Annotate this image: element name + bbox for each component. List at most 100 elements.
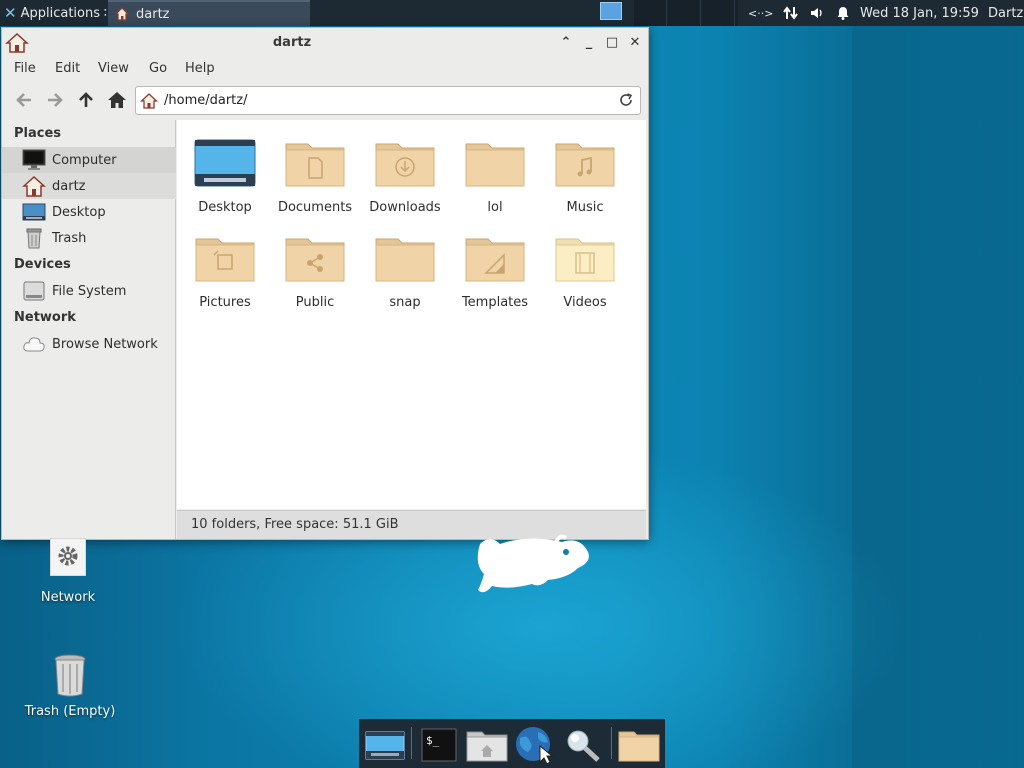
sidebar-item-label: dartz (52, 178, 86, 194)
sidebar-item-computer[interactable]: Computer (2, 147, 176, 173)
terminal-icon: $_ (421, 728, 457, 762)
folder-icon (618, 731, 660, 762)
network-heading: Network (14, 310, 76, 325)
sidebar-item-label: Trash (52, 230, 87, 246)
file-item-label: Public (295, 295, 335, 310)
sidebar-item-desktop[interactable]: Desktop (2, 199, 176, 225)
network-arrows-icon[interactable] (783, 5, 799, 21)
notification-bell-icon[interactable] (835, 5, 851, 21)
home-icon (114, 7, 130, 21)
close-button[interactable]: ✕ (627, 35, 643, 51)
desktop-icon-trash[interactable]: Trash (Empty) (18, 654, 122, 719)
sidebar-item-file-system[interactable]: File System (2, 278, 176, 304)
sidebar-item-label: Computer (52, 152, 117, 168)
applications-menu[interactable]: ✕ Applications ∷ (0, 0, 112, 26)
file-view[interactable]: Desktop Documents Downloads lol Music Pi… (177, 120, 646, 509)
dock-home-folder[interactable] (465, 725, 509, 765)
file-item-label: Desktop (198, 200, 252, 215)
location-bar[interactable]: /home/dartz/ (135, 86, 641, 115)
pictures-folder-icon (195, 238, 255, 282)
desktop-band (852, 26, 1024, 768)
show-desktop-icon (365, 731, 405, 760)
reload-icon[interactable] (618, 92, 634, 108)
file-item-label: Music (566, 200, 604, 215)
window-titlebar[interactable]: dartz ⌃ _ □ ✕ (2, 28, 648, 58)
menu-bar: File Edit View Go Help (2, 59, 648, 81)
sidebar-item-trash[interactable]: Trash (2, 225, 176, 251)
dock-search[interactable] (561, 725, 605, 765)
window-title: dartz (272, 35, 312, 50)
file-item-label: Templates (461, 295, 529, 310)
home-button[interactable] (105, 88, 129, 112)
file-item-snap[interactable]: snap (360, 233, 450, 310)
shade-button[interactable]: ⌃ (558, 35, 574, 51)
arrow-left-icon (16, 93, 31, 107)
location-path: /home/dartz/ (164, 93, 248, 108)
sidebar-item-label: Browse Network (52, 336, 158, 352)
folder-icon (375, 238, 435, 282)
menu-edit[interactable]: Edit (55, 61, 80, 76)
maximize-button[interactable]: □ (604, 35, 620, 51)
workspace-switcher-1[interactable] (600, 2, 622, 20)
dock-show-desktop[interactable] (363, 725, 407, 765)
dock-web-browser[interactable] (513, 725, 557, 765)
clock[interactable]: Wed 18 Jan, 19:59 (860, 0, 979, 26)
file-item-lol[interactable]: lol (450, 138, 540, 215)
trash-icon (54, 654, 86, 697)
file-item-documents[interactable]: Documents (270, 138, 360, 215)
desktop-icon (22, 203, 46, 221)
arrow-right-icon (48, 93, 63, 107)
minimize-button[interactable]: _ (581, 35, 597, 51)
menu-view[interactable]: View (98, 61, 129, 76)
menu-help[interactable]: Help (185, 61, 215, 76)
file-item-label: snap (389, 295, 421, 310)
desktop-icon-label: Trash (Empty) (24, 704, 116, 719)
file-item-downloads[interactable]: Downloads (360, 138, 450, 215)
file-item-music[interactable]: Music (540, 138, 630, 215)
system-tray: <··> (744, 0, 851, 26)
devices-heading: Devices (14, 257, 71, 272)
user-menu[interactable]: Dartz (988, 0, 1023, 26)
home-icon (140, 92, 158, 109)
sidebar-item-dartz[interactable]: dartz (2, 173, 176, 199)
dock: $_ (359, 719, 665, 768)
dock-terminal[interactable]: $_ (417, 725, 461, 765)
top-panel: ✕ Applications ∷ dartz <··> Wed 18 Jan, … (0, 0, 1024, 26)
home-folder-icon (466, 731, 508, 762)
taskbar-item-dartz[interactable]: dartz (108, 0, 310, 26)
file-item-public[interactable]: Public (270, 233, 360, 310)
applications-label: Applications (20, 5, 100, 21)
sidebar-item-label: File System (52, 283, 127, 299)
desktop-icon-network[interactable]: Network (18, 538, 118, 605)
desktop-icon-label: Network (40, 590, 96, 605)
file-item-desktop[interactable]: Desktop (180, 138, 270, 215)
xfce-mouse-logo (477, 534, 589, 593)
svg-text:$_: $_ (426, 734, 440, 747)
public-folder-icon (285, 238, 345, 282)
search-icon (567, 730, 600, 762)
file-item-videos[interactable]: Videos (540, 233, 630, 310)
toolbar: /home/dartz/ (2, 84, 648, 118)
up-button[interactable] (74, 88, 98, 112)
taskbar-item-label: dartz (136, 6, 170, 22)
menu-file[interactable]: File (14, 61, 36, 76)
downloads-folder-icon (375, 143, 435, 187)
forward-button[interactable] (43, 88, 67, 112)
sidebar-item-browse-network[interactable]: Browse Network (2, 331, 176, 357)
volume-icon[interactable] (809, 5, 825, 21)
file-item-templates[interactable]: Templates (450, 233, 540, 310)
gear-icon (50, 538, 86, 576)
network-indicator[interactable]: <··> (748, 7, 773, 20)
file-manager-window: dartz ⌃ _ □ ✕ File Edit View Go Help /ho… (1, 27, 649, 540)
documents-folder-icon (285, 143, 345, 187)
file-item-label: Videos (563, 295, 607, 310)
web-browser-icon (516, 727, 554, 764)
file-item-pictures[interactable]: Pictures (180, 233, 270, 310)
back-button[interactable] (12, 88, 36, 112)
file-item-label: Downloads (369, 200, 441, 215)
home-icon (22, 175, 46, 197)
menu-go[interactable]: Go (149, 61, 167, 76)
workspace-strip[interactable] (634, 0, 738, 26)
dock-file-manager[interactable] (617, 725, 661, 765)
file-item-label: lol (487, 200, 503, 215)
